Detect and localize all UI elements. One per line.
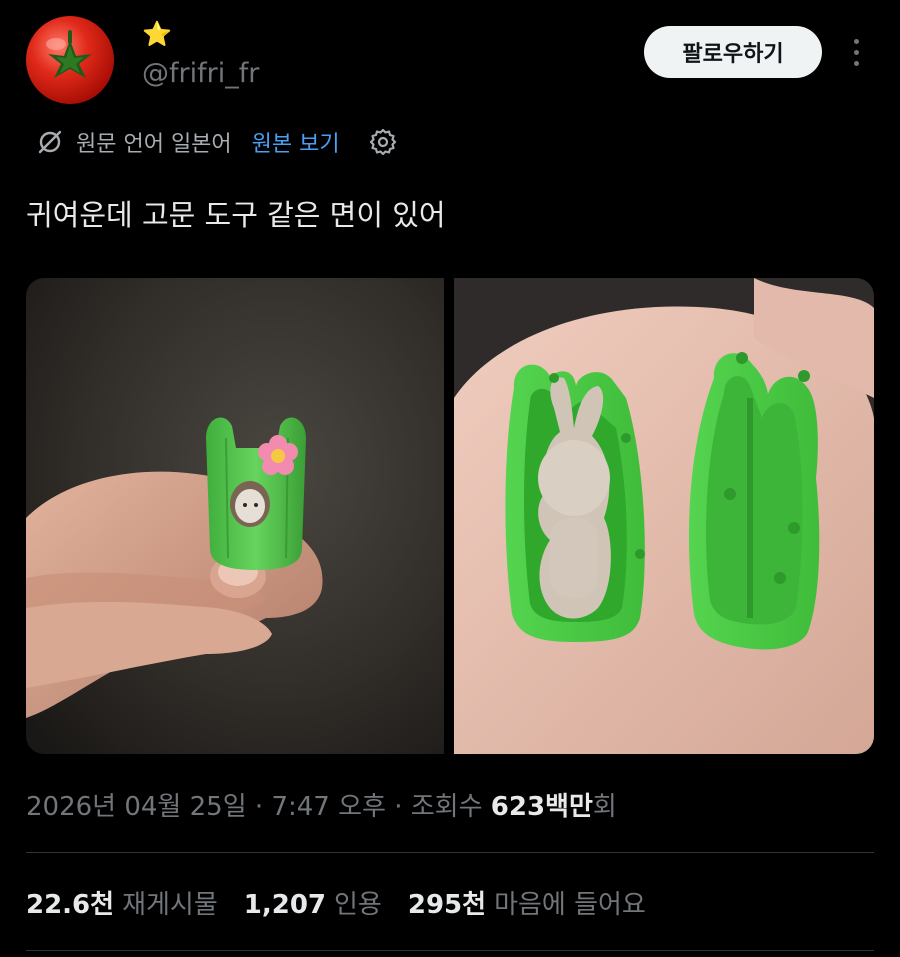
view-original-link[interactable]: 원본 보기	[252, 126, 340, 158]
engagement-stats: 22.6천 재게시물 1,207 인용 295천 마음에 들어요	[26, 884, 672, 921]
photo-open-mold[interactable]	[454, 278, 874, 754]
translate-off-icon	[38, 130, 62, 154]
quotes-count: 1,207	[243, 890, 327, 920]
display-name[interactable]: ⭐	[142, 20, 172, 48]
quotes-label: 인용	[334, 890, 382, 920]
meta-separator: ·	[394, 792, 403, 822]
likes-count: 295천	[407, 890, 487, 920]
more-options-icon[interactable]	[838, 30, 874, 74]
reposts-stat[interactable]: 22.6천 재게시물	[26, 884, 218, 921]
tweet-meta: 2026년 04월 25일 · 7:47 오후 · 조회수 623백만회	[26, 786, 617, 823]
follow-button[interactable]: 팔로우하기	[644, 26, 822, 78]
reposts-count: 22.6천	[26, 890, 115, 920]
reposts-label: 재게시물	[122, 890, 218, 920]
divider	[26, 950, 874, 951]
gear-icon[interactable]	[368, 127, 398, 157]
meta-separator: ·	[254, 792, 264, 822]
likes-stat[interactable]: 295천 마음에 들어요	[408, 884, 646, 921]
photo-cactus-figure[interactable]	[26, 278, 444, 754]
tomato-icon	[46, 30, 92, 78]
views-suffix: 회	[592, 792, 617, 822]
post-date: 2026년 04월 25일	[26, 792, 247, 822]
tweet-text: 귀여운데 고문 도구 같은 면이 있어	[26, 198, 446, 232]
avatar[interactable]	[26, 16, 114, 104]
tweet-header: ⭐ @frifri_fr 팔로우하기	[0, 0, 900, 120]
user-handle[interactable]: @frifri_fr	[142, 58, 259, 89]
divider	[26, 852, 874, 853]
likes-label: 마음에 들어요	[494, 890, 646, 920]
views-prefix: 조회수	[410, 792, 483, 822]
source-language-note: 원문 언어 일본어	[76, 132, 232, 157]
quotes-stat[interactable]: 1,207 인용	[244, 884, 382, 921]
translation-bar: 원문 언어 일본어 원본 보기	[36, 122, 398, 162]
media-grid	[26, 278, 874, 754]
post-time: 7:47 오후	[271, 792, 386, 822]
views-count: 623백만	[490, 792, 593, 822]
